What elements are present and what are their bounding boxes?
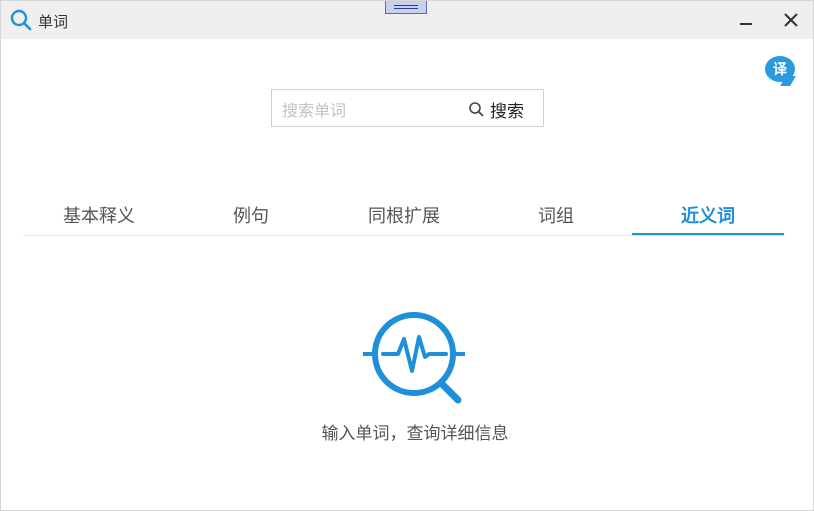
tab-phrases[interactable]: 词组 [480,201,632,235]
tab-synonyms[interactable]: 近义词 [632,201,784,235]
magnifier-icon [469,102,484,117]
translate-icon: 译 [765,56,795,82]
search-pulse-icon [363,309,467,409]
app-window: 单词 译 搜索 基本释义 例句 同根扩展 [0,0,814,511]
search-button-label: 搜索 [490,101,524,122]
drag-handle[interactable] [385,1,427,14]
search-input[interactable] [280,96,464,124]
minimize-button[interactable] [735,9,757,31]
close-icon [784,13,798,27]
tab-word-family[interactable]: 同根扩展 [328,201,480,235]
title-bar[interactable]: 单词 [1,1,813,39]
translate-button[interactable]: 译 [765,56,797,86]
search-box: 搜索 [271,89,544,127]
tab-basic-meaning[interactable]: 基本释义 [23,201,175,235]
search-button[interactable]: 搜索 [468,96,538,122]
app-search-icon [10,9,32,31]
window-title: 单词 [38,13,69,31]
empty-state-message: 输入单词，查询详细信息 [321,424,509,444]
close-button[interactable] [780,9,802,31]
minimize-icon [740,23,752,25]
tab-examples[interactable]: 例句 [175,201,327,235]
tab-bar: 基本释义 例句 同根扩展 词组 近义词 [23,201,785,236]
